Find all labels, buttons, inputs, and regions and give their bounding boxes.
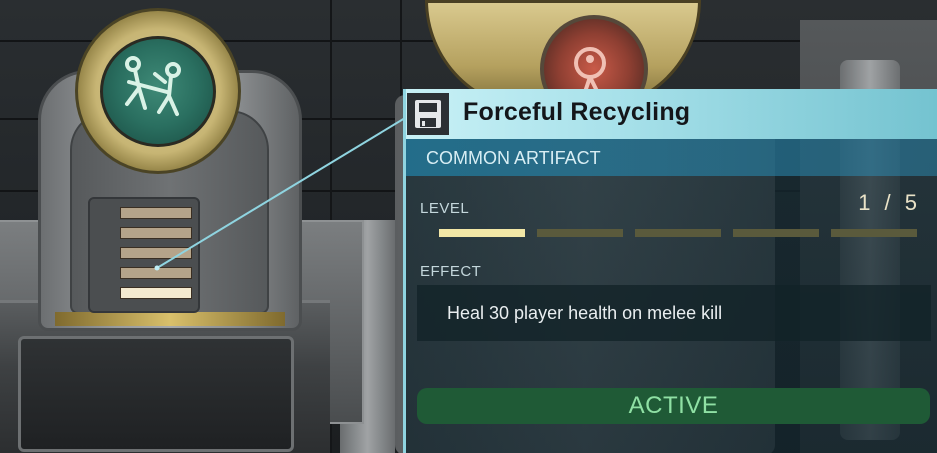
vent-slat-lit — [120, 287, 192, 299]
artifact-orb-left[interactable] — [100, 36, 216, 147]
pod-pedestal-panel — [18, 336, 294, 452]
effect-label: EFFECT — [420, 263, 482, 280]
level-label: LEVEL — [420, 200, 470, 217]
tooltip-header: Forceful Recycling — [403, 89, 937, 139]
vent-slat — [120, 227, 192, 239]
rarity-bar: COMMON ARTIFACT — [403, 139, 937, 176]
level-segment-empty — [635, 229, 721, 237]
pod-glow-strip — [55, 312, 285, 326]
level-segment-empty — [733, 229, 819, 237]
tooltip-edge — [403, 89, 406, 453]
level-segment-empty — [831, 229, 917, 237]
vent-slat — [120, 247, 192, 259]
artifact-tooltip: Forceful Recycling COMMON ARTIFACT LEVEL… — [403, 89, 937, 453]
effect-description: Heal 30 player health on melee kill — [447, 303, 723, 323]
active-status-button[interactable]: ACTIVE — [417, 388, 930, 424]
artifact-rarity: COMMON ARTIFACT — [426, 148, 601, 168]
melee-kill-figures-icon — [125, 55, 181, 116]
floppy-disk-icon — [407, 93, 449, 135]
effect-box: Heal 30 player health on melee kill — [417, 285, 931, 341]
artifact-title: Forceful Recycling — [463, 98, 691, 126]
vent-slat — [120, 267, 192, 279]
level-segment-filled — [439, 229, 525, 237]
active-status-label: ACTIVE — [628, 392, 719, 419]
vent-slat — [120, 207, 192, 219]
level-segment-empty — [537, 229, 623, 237]
level-value: 1 / 5 — [858, 190, 921, 215]
